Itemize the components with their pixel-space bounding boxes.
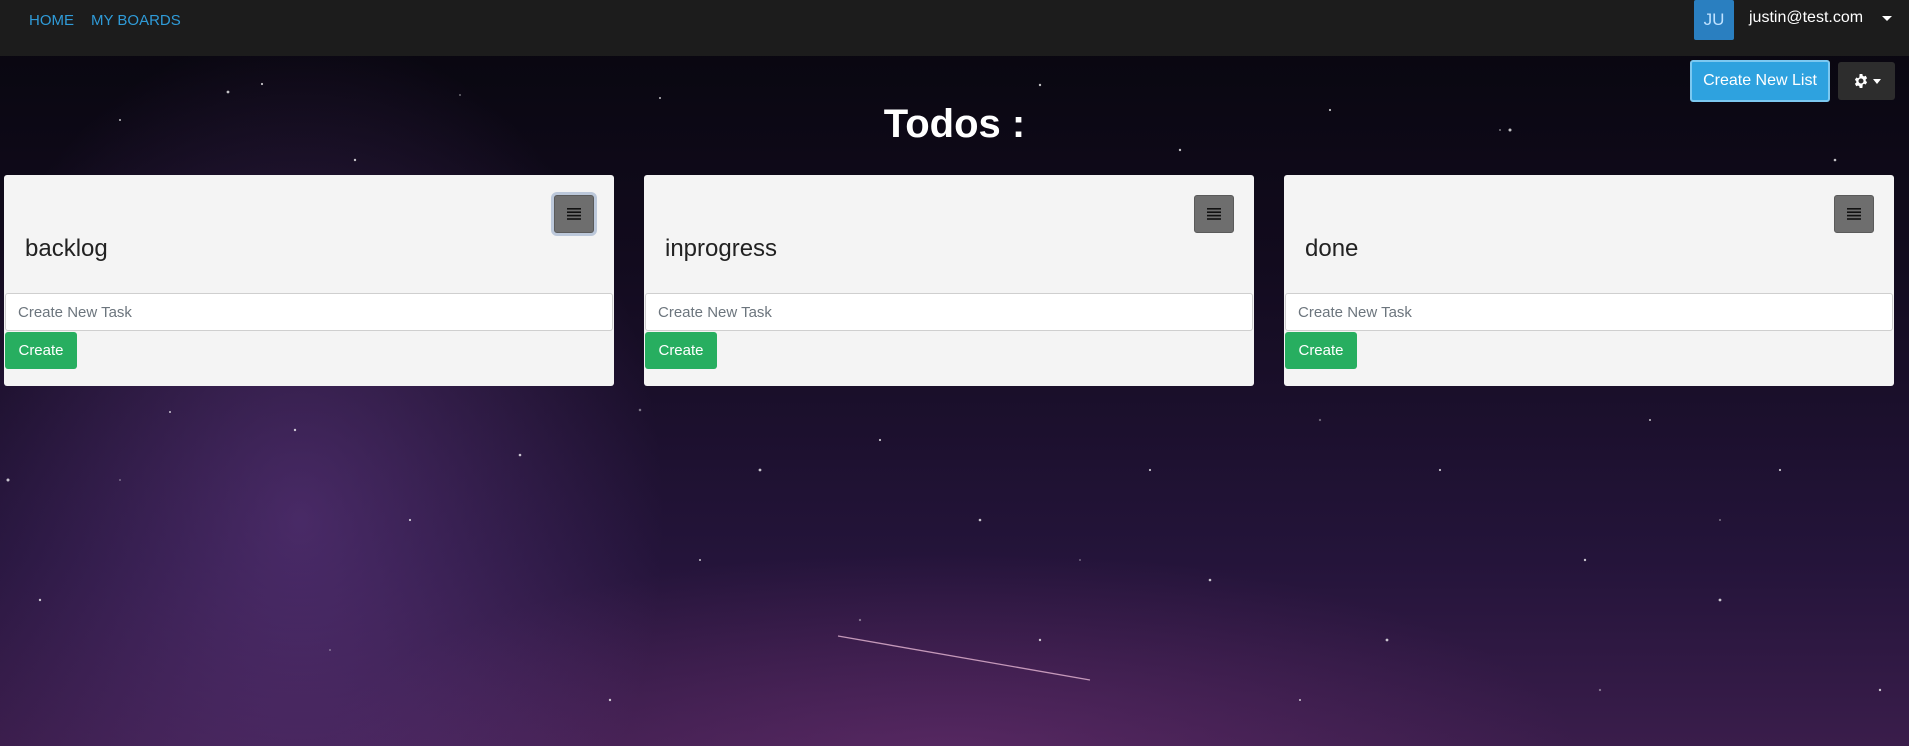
nav-home-link[interactable]: HOME — [29, 12, 74, 29]
create-new-list-button[interactable]: Create New List — [1690, 60, 1830, 102]
list-menu-icon — [567, 208, 581, 220]
chevron-down-icon[interactable] — [1882, 16, 1892, 21]
list-title: done — [1305, 235, 1359, 262]
list-menu-button[interactable] — [1194, 195, 1234, 233]
settings-dropdown-button[interactable] — [1838, 62, 1895, 100]
new-task-input[interactable] — [5, 293, 613, 331]
new-task-input[interactable] — [645, 293, 1253, 331]
list-title: inprogress — [665, 235, 778, 262]
top-navbar: HOME MY BOARDS JU justin@test.com — [0, 0, 1909, 56]
list-menu-button[interactable] — [554, 195, 594, 233]
create-task-button[interactable]: Create — [1285, 332, 1357, 369]
create-task-button[interactable]: Create — [5, 332, 77, 369]
list-card-done: done Create — [1284, 175, 1894, 386]
list-menu-icon — [1847, 208, 1861, 220]
caret-down-icon — [1872, 78, 1881, 84]
list-card-backlog: backlog Create — [4, 175, 614, 386]
user-avatar[interactable]: JU — [1694, 0, 1734, 40]
list-title: backlog — [25, 235, 108, 262]
create-task-button[interactable]: Create — [645, 332, 717, 369]
list-card-inprogress: inprogress Create — [644, 175, 1254, 386]
gear-icon — [1854, 74, 1867, 88]
nav-my-boards-link[interactable]: MY BOARDS — [91, 12, 181, 29]
page-title: Todos : — [883, 102, 1026, 146]
list-menu-button[interactable] — [1834, 195, 1874, 233]
new-task-input[interactable] — [1285, 293, 1893, 331]
user-email-dropdown[interactable]: justin@test.com — [1749, 9, 1863, 27]
list-menu-icon — [1207, 208, 1221, 220]
